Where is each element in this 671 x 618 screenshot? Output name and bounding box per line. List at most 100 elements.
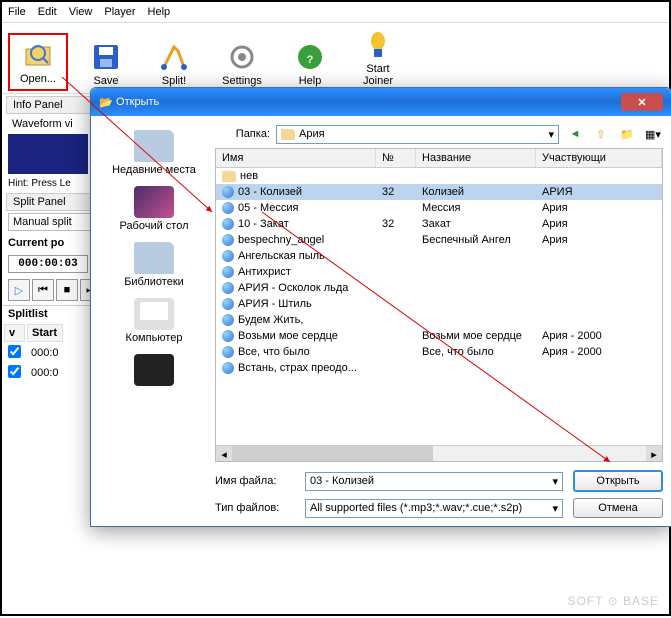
sidebar-place[interactable] — [134, 354, 174, 388]
file-name: 03 - Колизей — [238, 186, 302, 198]
open-file-button[interactable]: Открыть — [573, 470, 663, 492]
filename-label: Имя файла: — [215, 475, 295, 487]
file-title: Мессия — [416, 201, 536, 215]
stop-button[interactable]: ■ — [56, 279, 78, 301]
menubar: File Edit View Player Help — [2, 2, 669, 23]
help-button[interactable]: ? Help — [280, 37, 340, 91]
audio-file-icon — [222, 346, 234, 358]
joiner-icon — [362, 29, 394, 61]
col-artist[interactable]: Участвующи — [536, 149, 662, 167]
scroll-thumb[interactable] — [232, 446, 433, 461]
play-button[interactable]: ▷ — [8, 279, 30, 301]
audio-file-icon — [222, 282, 234, 294]
col-name[interactable]: Имя — [216, 149, 376, 167]
file-artist: Ария — [536, 201, 662, 215]
split-panel-tab[interactable]: Split Panel — [6, 193, 96, 211]
file-artist: Ария — [536, 217, 662, 231]
joiner-label: Start Joiner — [350, 63, 406, 87]
manual-split-tab[interactable]: Manual split — [8, 213, 98, 231]
file-row[interactable]: 10 - Закат32ЗакатАрия — [216, 216, 662, 232]
file-num — [376, 249, 416, 263]
filename-input[interactable]: 03 - Колизей▾ — [305, 472, 563, 491]
file-row[interactable]: 03 - Колизей32КолизейАРИЯ — [216, 184, 662, 200]
menu-edit[interactable]: Edit — [38, 6, 57, 18]
col-title[interactable]: Название — [416, 149, 536, 167]
folder-combobox[interactable]: Ария ▾ — [276, 125, 559, 144]
audio-file-icon — [222, 250, 234, 262]
file-row[interactable]: Ангельская пыль — [216, 248, 662, 264]
file-row[interactable]: АРИЯ - Осколок льда — [216, 280, 662, 296]
scroll-right-icon[interactable]: ▸ — [646, 446, 662, 462]
file-row[interactable]: Антихрист — [216, 264, 662, 280]
splitlist-row[interactable]: 000:0 — [4, 364, 63, 382]
info-panel-tab[interactable]: Info Panel — [6, 96, 96, 114]
file-title — [416, 265, 536, 279]
file-name: Возьми мое сердце — [238, 330, 338, 342]
sidebar-place[interactable]: Компьютер — [126, 298, 183, 344]
col-v[interactable]: v — [4, 324, 25, 342]
menu-file[interactable]: File — [8, 6, 26, 18]
file-title: Закат — [416, 217, 536, 231]
sidebar-place[interactable]: Библиотеки — [124, 242, 184, 288]
filetype-combobox[interactable]: All supported files (*.mp3;*.wav;*.cue;*… — [305, 499, 563, 518]
file-row[interactable]: Возьми мое сердцеВозьми мое сердцеАрия -… — [216, 328, 662, 344]
open-button[interactable]: Open... — [8, 33, 68, 91]
horizontal-scrollbar[interactable]: ◂ ▸ — [216, 445, 662, 461]
back-button[interactable]: ◄ — [565, 124, 585, 144]
joiner-button[interactable]: Start Joiner — [348, 25, 408, 91]
open-icon — [22, 39, 54, 71]
view-menu-button[interactable]: ▦▾ — [643, 124, 663, 144]
save-button[interactable]: Save — [76, 37, 136, 91]
settings-icon — [226, 41, 258, 73]
file-artist: Ария - 2000 — [536, 329, 662, 343]
audio-file-icon — [222, 186, 234, 198]
new-folder-button[interactable]: 📁 — [617, 124, 637, 144]
help-icon: ? — [294, 41, 326, 73]
menu-player[interactable]: Player — [104, 6, 135, 18]
settings-button[interactable]: Settings — [212, 37, 272, 91]
cancel-button[interactable]: Отмена — [573, 498, 663, 518]
scroll-left-icon[interactable]: ◂ — [216, 446, 232, 462]
file-row[interactable]: 05 - МессияМессияАрия — [216, 200, 662, 216]
col-start[interactable]: Start — [27, 324, 63, 342]
file-num — [376, 361, 416, 375]
close-button[interactable]: ✕ — [621, 93, 663, 111]
place-icon — [134, 186, 174, 218]
prev-button[interactable]: ⏮ — [32, 279, 54, 301]
split-label: Split! — [162, 75, 186, 87]
folder-value: Ария — [299, 128, 325, 140]
file-name: Встань, страх преодо... — [238, 362, 357, 374]
file-name: нев — [240, 170, 258, 182]
place-label: Недавние места — [112, 164, 196, 176]
save-icon — [90, 41, 122, 73]
up-button[interactable]: ⇧ — [591, 124, 611, 144]
file-artist: АРИЯ — [536, 185, 662, 199]
file-row[interactable]: Будем Жить, — [216, 312, 662, 328]
audio-file-icon — [222, 362, 234, 374]
splitlist-row[interactable]: 000:0 — [4, 344, 63, 362]
file-title — [416, 313, 536, 327]
file-num — [376, 265, 416, 279]
file-row[interactable]: bespechny_angelБеспечный АнгелАрия — [216, 232, 662, 248]
dialog-title-icon: 📂 — [99, 96, 113, 109]
file-title — [416, 361, 536, 375]
file-row[interactable]: Встань, страх преодо... — [216, 360, 662, 376]
file-row[interactable]: нев — [216, 168, 662, 184]
menu-view[interactable]: View — [69, 6, 93, 18]
sidebar-place[interactable]: Рабочий стол — [119, 186, 188, 232]
menu-help[interactable]: Help — [148, 6, 171, 18]
waveform-label: Waveform vi — [6, 116, 96, 132]
split-check[interactable] — [8, 345, 21, 358]
folder-icon — [281, 129, 295, 140]
split-button[interactable]: Split! — [144, 37, 204, 91]
file-row[interactable]: Все, что былоВсе, что былоАрия - 2000 — [216, 344, 662, 360]
dialog-titlebar[interactable]: 📂 Открыть ✕ — [91, 88, 671, 116]
file-row[interactable]: АРИЯ - Штиль — [216, 296, 662, 312]
file-title — [416, 281, 536, 295]
file-num — [376, 201, 416, 215]
col-num[interactable]: № — [376, 149, 416, 167]
split-check[interactable] — [8, 365, 21, 378]
file-artist — [536, 281, 662, 295]
file-name: Антихрист — [238, 266, 291, 278]
sidebar-place[interactable]: Недавние места — [112, 130, 196, 176]
